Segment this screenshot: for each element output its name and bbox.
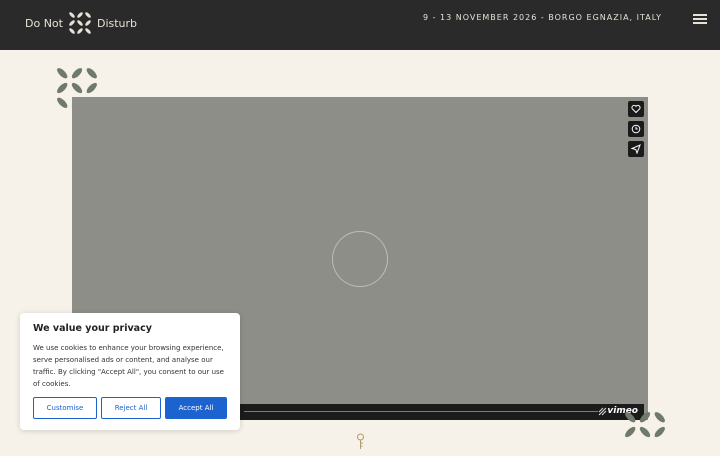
customise-button[interactable]: Customise (33, 397, 97, 419)
cookie-consent-banner: We value your privacy We use cookies to … (20, 313, 240, 430)
brand-text-right: Disturb (96, 16, 138, 30)
logo-leaf-icon (69, 12, 91, 34)
cookie-title: We value your privacy (33, 323, 152, 334)
accept-all-button[interactable]: Accept All (165, 397, 227, 419)
reject-all-button[interactable]: Reject All (101, 397, 161, 419)
video-control-bar[interactable]: vimeo (240, 404, 644, 420)
cookie-body: We use cookies to enhance your browsing … (33, 344, 224, 388)
video-progress-bar[interactable] (244, 411, 598, 412)
key-ornament-icon (357, 433, 364, 449)
like-icon[interactable] (628, 101, 644, 117)
loading-spinner-icon (332, 231, 388, 287)
site-header: Do Not Disturb 9 - 13 NOVEMBER 2026 - BO… (0, 0, 720, 50)
fullscreen-icon[interactable] (598, 407, 607, 416)
site-logo[interactable]: Do Not Disturb (25, 9, 137, 37)
hamburger-menu-icon[interactable] (693, 14, 707, 24)
share-icon[interactable] (628, 141, 644, 157)
watch-later-icon[interactable] (628, 121, 644, 137)
event-info: 9 - 13 NOVEMBER 2026 - BORGO EGNAZIA, IT… (422, 13, 662, 22)
brand-text-left: Do Not (25, 16, 63, 30)
leaf-pattern-icon (625, 412, 665, 438)
